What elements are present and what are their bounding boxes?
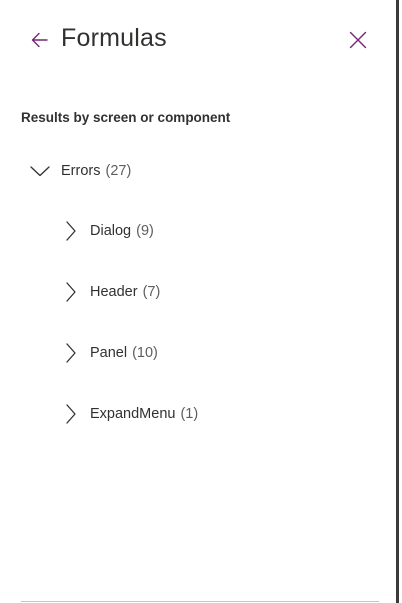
tree-node-count: (9) [136, 223, 154, 239]
tree-node-expandmenu[interactable]: ExpandMenu (1) [58, 399, 198, 429]
tree-node-label: Header [90, 284, 138, 300]
tree-node-count: (1) [180, 406, 199, 422]
tree-node-panel[interactable]: Panel (10) [58, 338, 158, 368]
close-button[interactable] [344, 26, 372, 54]
chevron-right-icon [58, 402, 82, 426]
close-icon [349, 31, 367, 49]
footer-divider [21, 601, 379, 602]
chevron-down-icon [28, 159, 52, 183]
tree-node-count: (10) [132, 345, 158, 361]
tree-node-count: (7) [142, 284, 161, 300]
tree-node-label: Panel [90, 345, 128, 361]
chevron-right-icon [58, 341, 82, 365]
tree-node-errors[interactable]: Errors (27) [28, 156, 131, 186]
panel-edge-scrollbar [396, 0, 402, 603]
back-button[interactable] [26, 26, 54, 54]
chevron-right-icon [58, 280, 82, 304]
tree-node-label: Dialog [90, 223, 132, 239]
tree-node-label: ExpandMenu [90, 406, 176, 422]
tree-node-label: Errors [61, 163, 101, 179]
panel-header: Formulas [0, 0, 396, 80]
arrow-left-icon [31, 32, 48, 48]
tree-node-count: (27) [105, 163, 132, 179]
chevron-right-icon [58, 219, 82, 243]
page-title: Formulas [61, 24, 167, 52]
formulas-panel: Formulas Results by screen or component … [0, 0, 396, 603]
tree-node-header[interactable]: Header (7) [58, 277, 160, 307]
tree-node-dialog[interactable]: Dialog (9) [58, 216, 154, 246]
section-heading: Results by screen or component [21, 110, 231, 125]
